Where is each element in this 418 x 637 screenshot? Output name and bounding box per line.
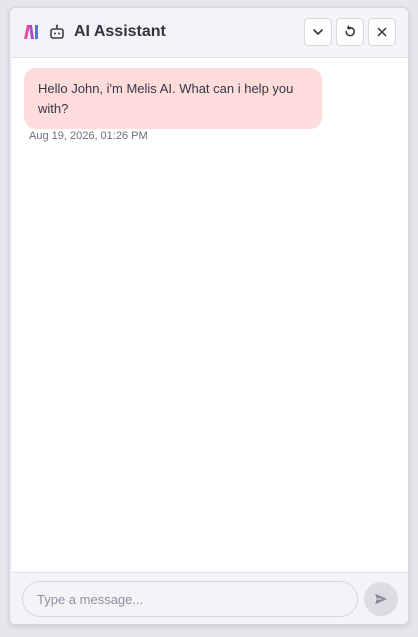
send-button[interactable] [364,582,398,616]
refresh-icon [345,25,355,37]
chevron-down-icon [313,29,323,35]
assistant-message-bubble: Hello John, i'm Melis AI. What can i hel… [24,68,322,129]
send-icon [375,593,387,605]
chat-area[interactable]: Hello John, i'm Melis AI. What can i hel… [12,57,408,571]
reset-chat-button[interactable] [336,18,364,46]
close-icon [377,27,387,37]
panel-header: AI Assistant [10,8,408,56]
robot-icon [50,24,64,39]
close-button[interactable] [368,18,396,46]
message-input[interactable] [22,581,358,617]
message-composer [12,572,408,624]
message-timestamp: Aug 19, 2026, 01:26 PM [29,130,148,142]
message-text: Hello John, i'm Melis AI. What can i hel… [38,81,294,116]
header-actions [304,18,396,46]
minimize-button[interactable] [304,18,332,46]
ai-assistant-panel: AI Assistant Hello John, i'm Melis AI. W… [9,7,409,625]
panel-title: AI Assistant [74,23,166,40]
melis-logo-icon [24,25,38,39]
